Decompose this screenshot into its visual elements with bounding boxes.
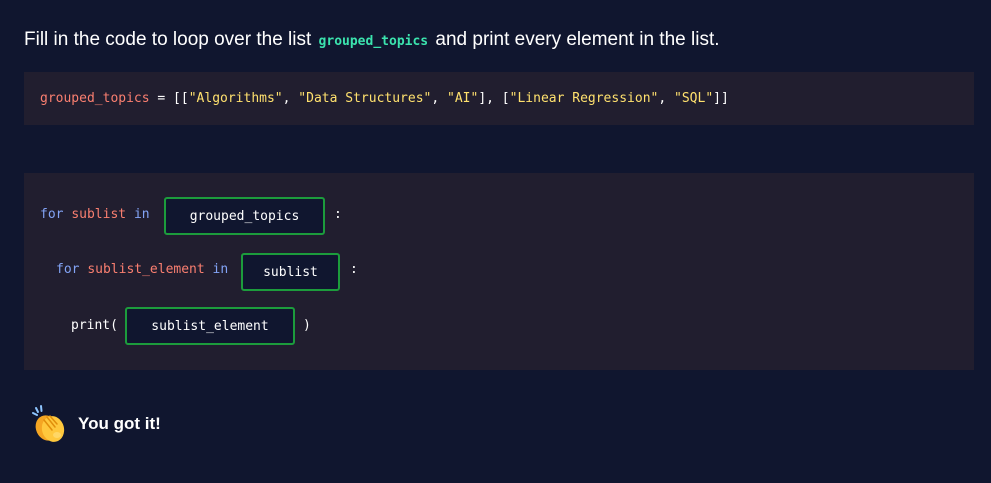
- code-keyword: for: [56, 262, 80, 277]
- code-variable: grouped_topics: [40, 91, 150, 106]
- code-punct: = [[: [149, 91, 189, 106]
- code-variable: sublist: [71, 207, 127, 222]
- instruction-text-before: Fill in the code to loop over the list: [24, 29, 312, 50]
- given-code-block: grouped_topics = [["Algorithms", "Data S…: [24, 72, 974, 125]
- blank-sublist[interactable]: sublist: [241, 253, 340, 291]
- code-string: "AI": [447, 91, 479, 106]
- code-punct: ,: [282, 91, 299, 106]
- code-keyword: in: [133, 207, 150, 222]
- code-string: "SQL": [674, 91, 714, 106]
- code-keyword: for: [40, 207, 64, 222]
- code-close-paren: ): [303, 318, 311, 333]
- code-punct: ]]: [713, 91, 729, 106]
- code-print-call: print(: [71, 318, 118, 333]
- code-variable: sublist_element: [87, 262, 205, 277]
- code-punct: ,: [431, 91, 448, 106]
- blank-grouped-topics[interactable]: grouped_topics: [164, 197, 325, 235]
- code-line-2: for sublist_element in: [56, 261, 228, 279]
- success-feedback: You got it!: [30, 404, 161, 444]
- feedback-text: You got it!: [78, 414, 161, 433]
- blank-sublist-element[interactable]: sublist_element: [125, 307, 295, 345]
- instruction-text-after: and print every element in the list.: [435, 29, 720, 50]
- instruction-inline-code: grouped_topics: [318, 34, 429, 49]
- code-colon: :: [334, 207, 342, 222]
- instruction-text: Fill in the code to loop over the list g…: [24, 28, 720, 54]
- clapping-hands-icon: [30, 404, 68, 444]
- code-string: "Data Structures": [298, 91, 432, 106]
- code-string: "Linear Regression": [509, 91, 659, 106]
- fill-in-code-block: for sublist in grouped_topics : for subl…: [24, 173, 974, 370]
- code-keyword: in: [212, 262, 229, 277]
- code-punct: ], [: [478, 91, 510, 106]
- code-string: "Algorithms": [188, 91, 283, 106]
- given-code-line: grouped_topics = [["Algorithms", "Data S…: [40, 90, 729, 108]
- code-colon: :: [350, 262, 358, 277]
- code-line-1: for sublist in: [40, 206, 150, 224]
- code-punct: ,: [658, 91, 675, 106]
